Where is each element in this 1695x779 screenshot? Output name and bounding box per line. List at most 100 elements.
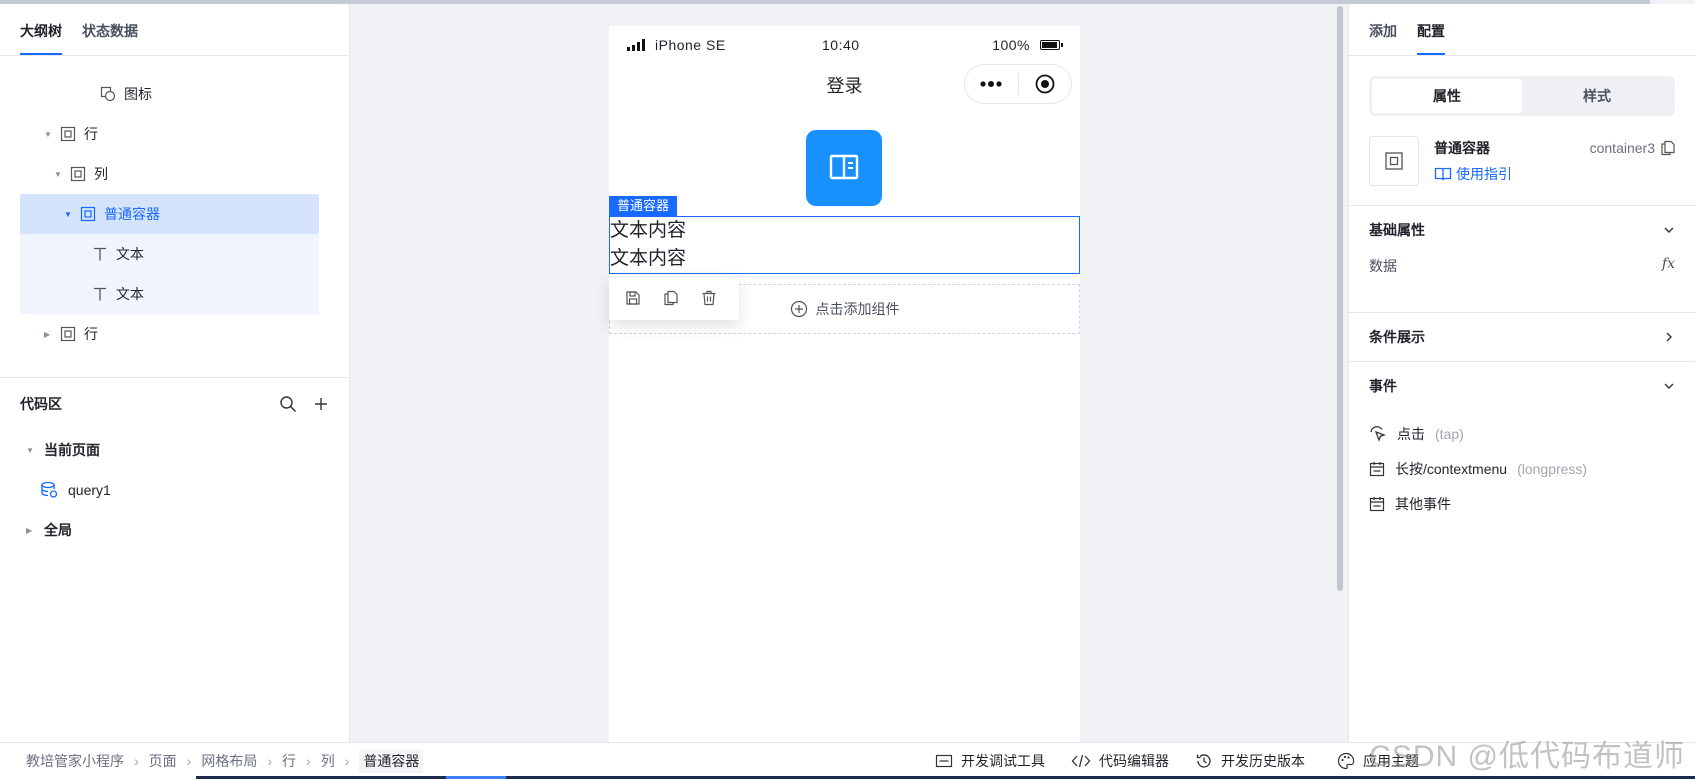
phone-nav-bar: 登录 bbox=[609, 64, 1080, 106]
container-icon bbox=[1369, 135, 1419, 186]
caret-down-icon[interactable]: ▼ bbox=[54, 170, 64, 179]
signal-icon bbox=[627, 39, 645, 51]
fx-icon[interactable]: fx bbox=[1662, 256, 1675, 272]
bottom-bar: 教培管家小程序 › 页面 › 网格布局 › 行 › 列 › 普通容器 开发调试工… bbox=[0, 740, 1695, 779]
segment-properties[interactable]: 属性 bbox=[1372, 79, 1522, 113]
monitor-icon bbox=[935, 754, 953, 768]
mini-program-capsule bbox=[964, 64, 1072, 104]
breadcrumb-item[interactable]: 列 bbox=[321, 751, 335, 771]
event-hint: (tap) bbox=[1435, 425, 1464, 442]
tree-node-row[interactable]: ▶ 行 bbox=[0, 314, 349, 354]
text-icon bbox=[92, 286, 108, 302]
chevron-right-icon bbox=[1663, 331, 1675, 343]
caret-right-icon[interactable]: ▶ bbox=[26, 526, 44, 535]
dev-debug-tool-button[interactable]: 开发调试工具 bbox=[935, 751, 1045, 771]
caret-down-icon[interactable]: ▼ bbox=[26, 446, 44, 455]
breadcrumb-item[interactable]: 网格布局 bbox=[201, 751, 257, 771]
section-header[interactable]: 事件 bbox=[1349, 362, 1695, 410]
code-group-current-page[interactable]: ▼ 当前页面 bbox=[0, 430, 349, 470]
event-longpress[interactable]: 长按/contextmenu (longpress) bbox=[1349, 451, 1695, 486]
event-tap[interactable]: 点击 (tap) bbox=[1349, 416, 1695, 451]
left-tabs: 大纲树 状态数据 bbox=[0, 4, 349, 56]
section-title: 基础属性 bbox=[1369, 222, 1425, 238]
save-icon[interactable] bbox=[625, 290, 641, 306]
breadcrumb-item-current[interactable]: 普通容器 bbox=[359, 749, 424, 773]
book-icon bbox=[829, 154, 859, 183]
csdn-watermark: CSDN @低代码布道师 bbox=[1369, 740, 1685, 773]
tree-node-label: 普通容器 bbox=[104, 206, 160, 222]
tree-node-text[interactable]: 文本 bbox=[20, 234, 319, 274]
breadcrumb-item[interactable]: 教培管家小程序 bbox=[26, 751, 124, 771]
search-icon[interactable] bbox=[279, 395, 297, 413]
tree-node-label: 行 bbox=[84, 126, 98, 142]
left-panel: 大纲树 状态数据 图标 ▼ 行 ▼ 列 ▼ 普通容器 文本 文本 ▶ 行 代码区… bbox=[0, 4, 350, 742]
usage-guide-label: 使用指引 bbox=[1456, 165, 1512, 182]
calendar-icon bbox=[1369, 461, 1385, 477]
tool-label: 代码编辑器 bbox=[1099, 753, 1169, 769]
icon-component-icon bbox=[100, 86, 116, 102]
code-item-query[interactable]: query1 bbox=[0, 470, 349, 510]
logo-image bbox=[806, 130, 882, 206]
battery-status: 100% bbox=[992, 37, 1063, 53]
right-panel: 添加 配置 属性 样式 普通容器 使用指引 container3 基础属性 数据… bbox=[1348, 4, 1695, 742]
tree-node-container-selected[interactable]: ▼ 普通容器 bbox=[20, 194, 319, 234]
tap-icon bbox=[1369, 425, 1387, 443]
section-conditional-display: 条件展示 bbox=[1349, 313, 1695, 362]
text-content[interactable]: 文本内容 bbox=[610, 245, 1079, 273]
plus-icon[interactable] bbox=[313, 396, 329, 412]
delete-icon[interactable] bbox=[701, 290, 717, 306]
chevron-right-icon: › bbox=[344, 753, 350, 769]
event-name: 长按/contextmenu bbox=[1395, 460, 1508, 477]
tab-outline-tree[interactable]: 大纲树 bbox=[20, 21, 62, 55]
copy-icon[interactable] bbox=[663, 290, 679, 306]
canvas-scrollbar[interactable] bbox=[1337, 6, 1343, 591]
tab-config[interactable]: 配置 bbox=[1417, 21, 1445, 55]
event-name: 其他事件 bbox=[1395, 495, 1451, 512]
code-group-global[interactable]: ▶ 全局 bbox=[0, 510, 349, 550]
component-info: 普通容器 使用指引 container3 bbox=[1349, 116, 1695, 206]
copy-icon[interactable] bbox=[1661, 140, 1675, 156]
plus-circle-icon bbox=[790, 300, 808, 318]
section-header[interactable]: 条件展示 bbox=[1349, 313, 1695, 361]
segment-styles[interactable]: 样式 bbox=[1522, 79, 1672, 113]
breadcrumb-item[interactable]: 行 bbox=[282, 751, 296, 771]
component-action-toolbar bbox=[609, 276, 739, 320]
section-header[interactable]: 基础属性 bbox=[1349, 206, 1695, 254]
component-id: container3 bbox=[1590, 140, 1675, 156]
text-content[interactable]: 文本内容 bbox=[610, 217, 1079, 245]
carrier-label: iPhone SE bbox=[655, 37, 726, 53]
tree-node-row[interactable]: ▼ 行 bbox=[0, 114, 349, 154]
event-hint: (longpress) bbox=[1517, 460, 1588, 477]
tab-state-data[interactable]: 状态数据 bbox=[82, 21, 138, 55]
code-editor-button[interactable]: 代码编辑器 bbox=[1071, 751, 1169, 771]
book-open-icon bbox=[1434, 166, 1452, 182]
history-versions-button[interactable]: 开发历史版本 bbox=[1195, 751, 1305, 771]
chevron-down-icon bbox=[1663, 224, 1675, 236]
tab-add[interactable]: 添加 bbox=[1369, 21, 1397, 55]
phone-preview[interactable]: iPhone SE 10:40 100% 登录 普通容器 文本内容 文本内容 点… bbox=[609, 26, 1080, 742]
tool-label: 开发调试工具 bbox=[961, 753, 1045, 769]
prop-label: 数据 bbox=[1369, 258, 1397, 274]
close-target-icon[interactable] bbox=[1019, 74, 1072, 94]
chevron-right-icon: › bbox=[267, 753, 273, 769]
tree-node-label: 文本 bbox=[116, 246, 144, 262]
breadcrumb: 教培管家小程序 › 页面 › 网格布局 › 行 › 列 › 普通容器 bbox=[0, 749, 424, 773]
box-icon bbox=[70, 166, 86, 182]
battery-icon bbox=[1040, 40, 1063, 50]
caret-right-icon[interactable]: ▶ bbox=[44, 330, 54, 339]
breadcrumb-item[interactable]: 页面 bbox=[149, 751, 177, 771]
tree-node-text[interactable]: 文本 bbox=[20, 274, 319, 314]
caret-down-icon[interactable]: ▼ bbox=[64, 210, 74, 219]
usage-guide-link[interactable]: 使用指引 bbox=[1434, 164, 1512, 184]
history-icon bbox=[1195, 752, 1213, 770]
selected-container[interactable]: 文本内容 文本内容 bbox=[609, 216, 1080, 274]
tree-node-column[interactable]: ▼ 列 bbox=[0, 154, 349, 194]
code-icon bbox=[1071, 754, 1091, 768]
caret-down-icon[interactable]: ▼ bbox=[44, 130, 54, 139]
design-canvas[interactable]: iPhone SE 10:40 100% 登录 普通容器 文本内容 文本内容 点… bbox=[351, 4, 1341, 742]
event-other[interactable]: 其他事件 bbox=[1349, 486, 1695, 521]
more-dots-icon[interactable] bbox=[965, 81, 1018, 87]
outline-tree: 图标 ▼ 行 ▼ 列 ▼ 普通容器 文本 文本 ▶ 行 bbox=[0, 56, 349, 378]
event-name: 点击 bbox=[1397, 425, 1425, 442]
tree-node-icon[interactable]: 图标 bbox=[0, 74, 349, 114]
